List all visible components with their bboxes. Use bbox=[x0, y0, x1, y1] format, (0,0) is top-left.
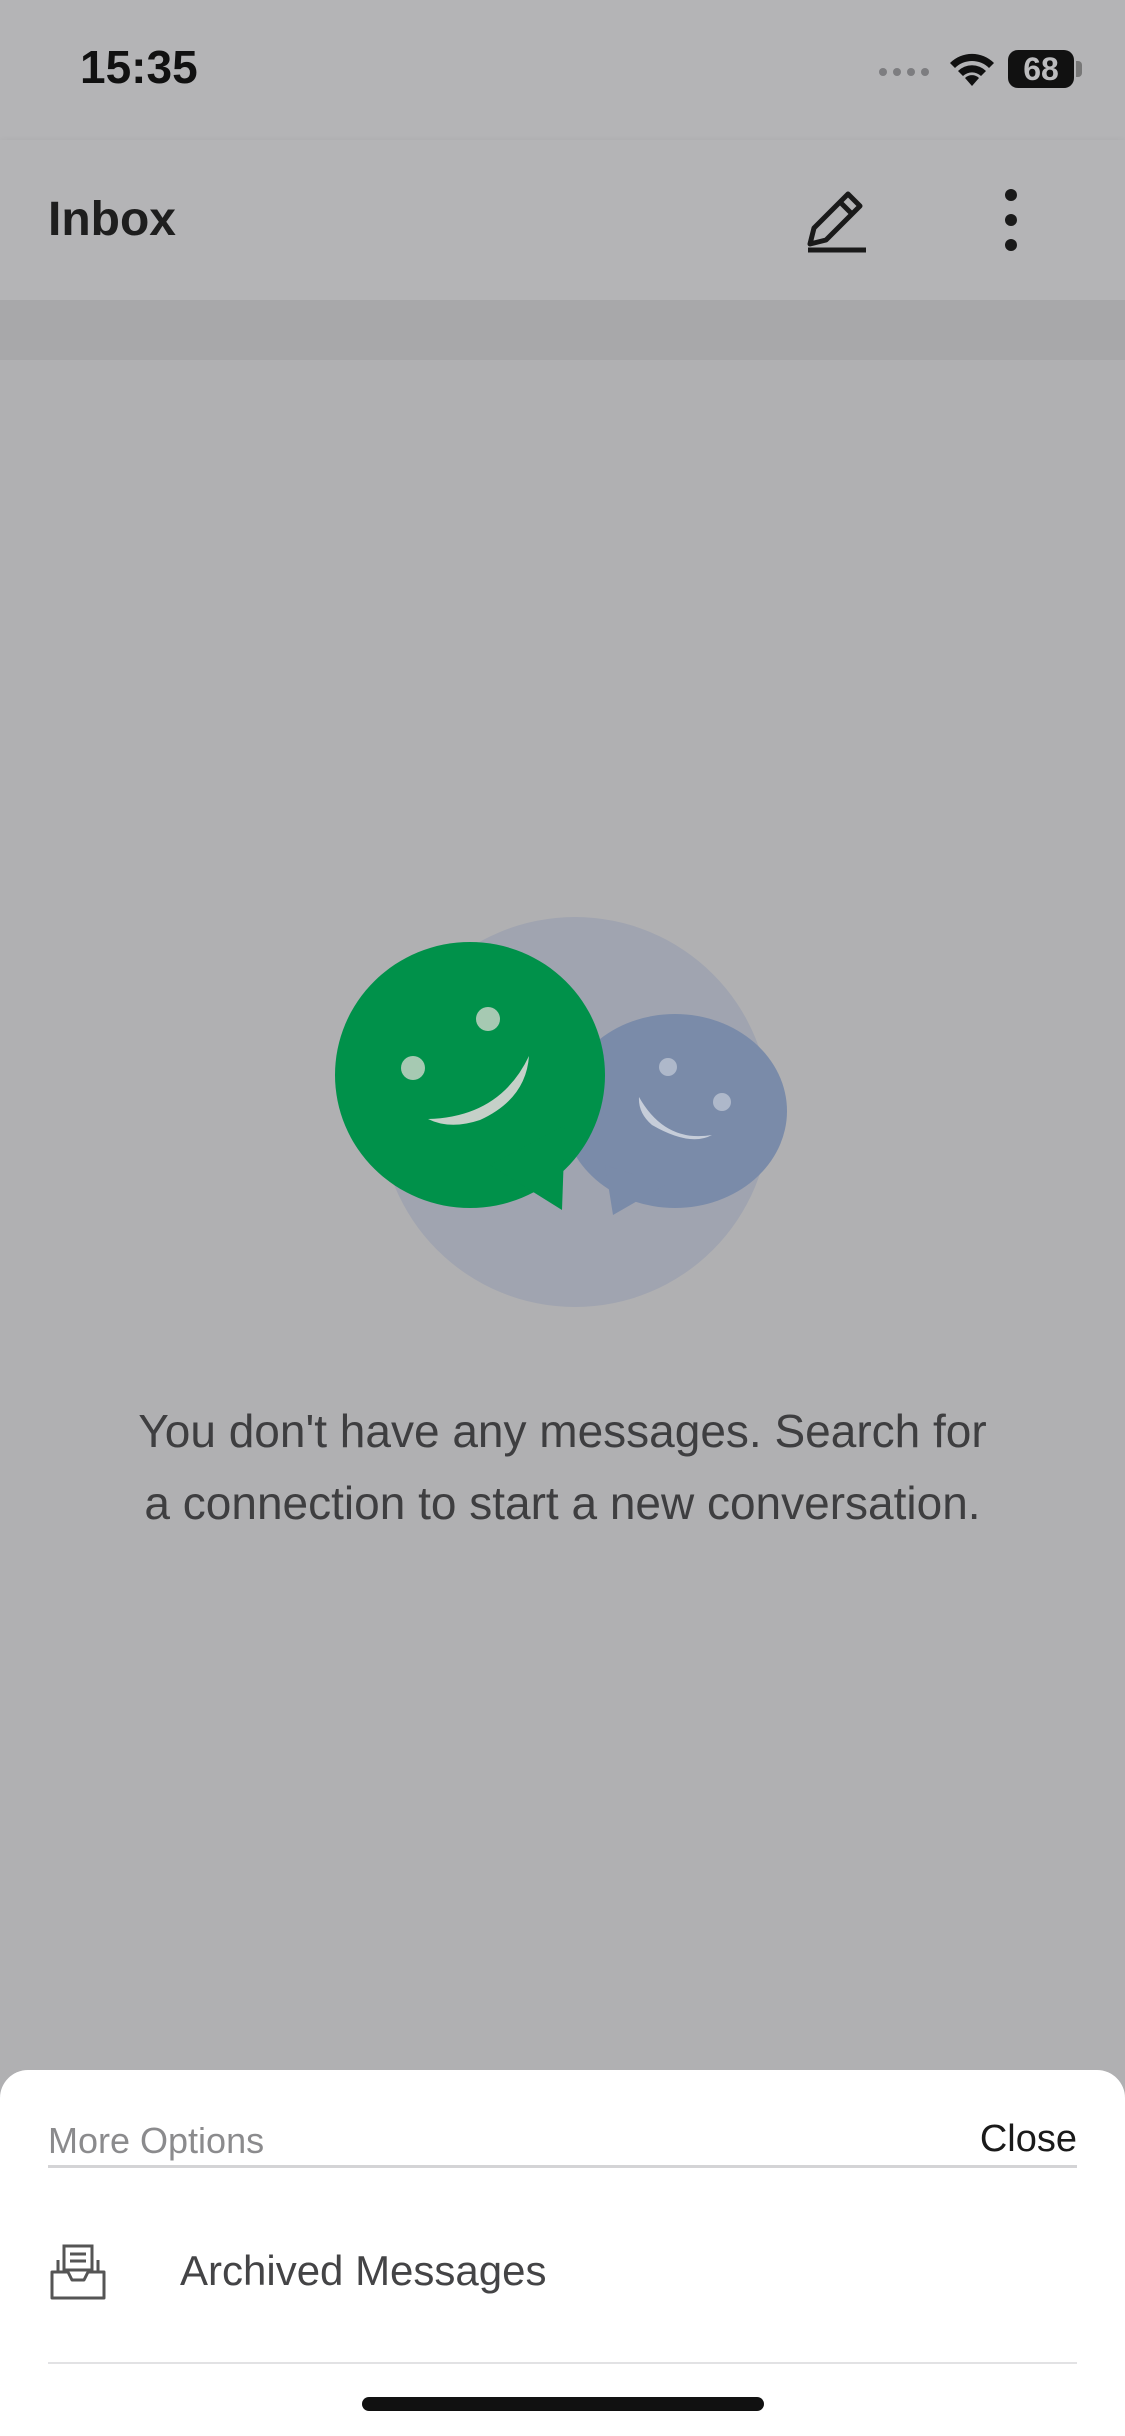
edit-icon bbox=[807, 191, 866, 253]
green-smile-bubble-icon bbox=[335, 942, 605, 1210]
empty-state-message: You don't have any messages. Search for … bbox=[138, 1405, 987, 1529]
archived-messages-item[interactable]: Archived Messages bbox=[0, 2170, 1125, 2360]
status-time: 15:35 bbox=[80, 41, 198, 93]
status-bar: 15:35 68 bbox=[0, 0, 1125, 140]
sheet-title: More Options bbox=[48, 2120, 265, 2161]
battery-icon: 68 bbox=[1008, 50, 1074, 88]
more-options-button[interactable] bbox=[986, 180, 1036, 260]
chat-bubbles-illustration bbox=[335, 917, 787, 1307]
close-button[interactable]: Close bbox=[980, 2118, 1077, 2161]
battery-level: 68 bbox=[1023, 50, 1059, 87]
app-bar: Inbox bbox=[0, 140, 1125, 300]
wifi-icon bbox=[950, 53, 994, 86]
home-indicator bbox=[362, 2397, 764, 2411]
compose-button[interactable] bbox=[796, 180, 876, 260]
archive-inbox-icon bbox=[50, 2244, 106, 2300]
sheet-divider-bottom bbox=[48, 2362, 1077, 2364]
page-title: Inbox bbox=[48, 193, 176, 246]
archived-messages-label: Archived Messages bbox=[180, 2247, 547, 2294]
sheet-divider bbox=[48, 2165, 1077, 2168]
cellular-signal-icon bbox=[879, 68, 929, 76]
header-band bbox=[0, 300, 1125, 360]
battery-tip bbox=[1076, 61, 1082, 77]
more-vertical-icon bbox=[1005, 189, 1017, 251]
